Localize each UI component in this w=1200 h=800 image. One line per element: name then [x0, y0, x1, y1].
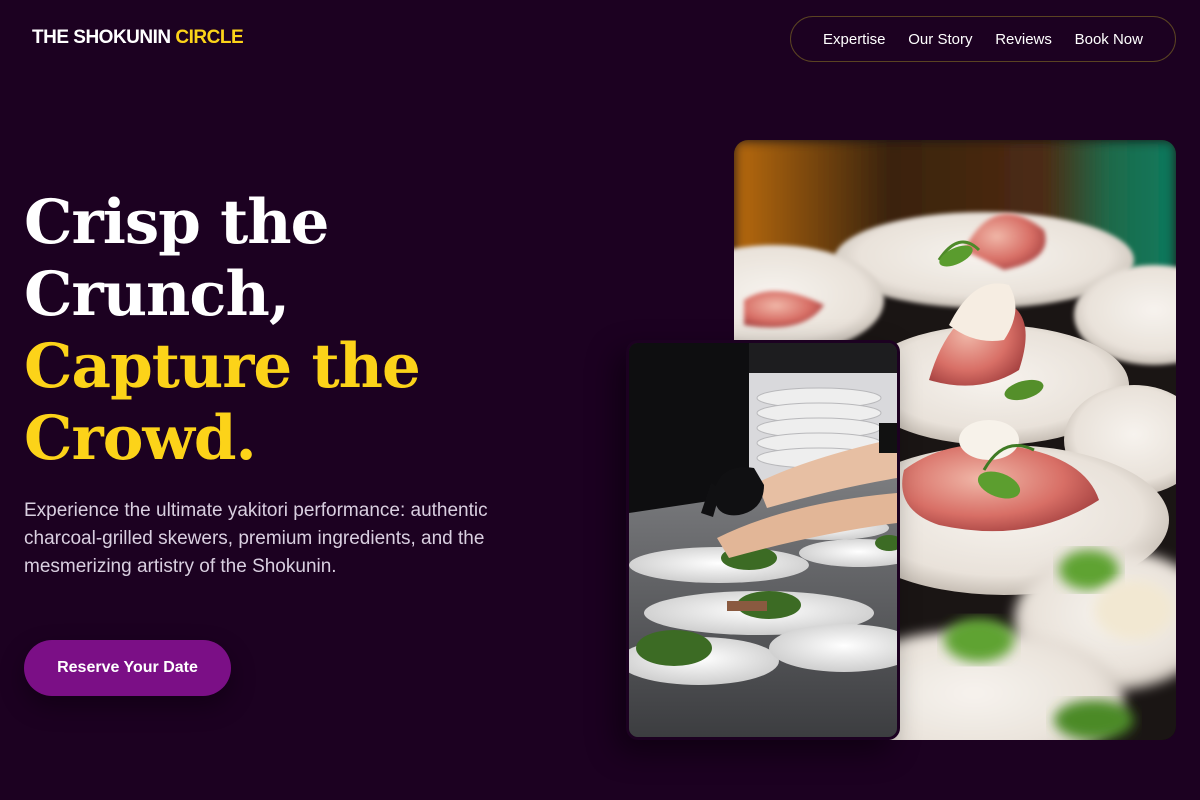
- reserve-date-button[interactable]: Reserve Your Date: [24, 640, 231, 696]
- brand-name: THE SHOKUNIN: [32, 27, 176, 48]
- nav-link-our-story[interactable]: Our Story: [908, 31, 972, 48]
- chef-plating-illustration: [629, 343, 897, 737]
- main-nav: Expertise Our Story Reviews Book Now: [790, 16, 1176, 62]
- brand-name-accent: CIRCLE: [175, 27, 244, 48]
- chef-plating-photo: [626, 340, 900, 740]
- hero-description: Experience the ultimate yakitori perform…: [24, 500, 488, 577]
- hero-headline: Crisp the Crunch, Capture the Crowd.: [24, 187, 421, 475]
- nav-link-book-now[interactable]: Book Now: [1075, 31, 1143, 48]
- nav-link-expertise[interactable]: Expertise: [823, 31, 886, 48]
- headline-line-4: Crowd.: [24, 403, 257, 474]
- headline-line-2: Crunch,: [24, 259, 290, 330]
- headline-line-3: Capture the: [24, 331, 421, 402]
- headline-line-1: Crisp the: [24, 187, 329, 258]
- brand-logo[interactable]: THE SHOKUNIN CIRCLE: [32, 27, 244, 49]
- nav-link-reviews[interactable]: Reviews: [995, 31, 1052, 48]
